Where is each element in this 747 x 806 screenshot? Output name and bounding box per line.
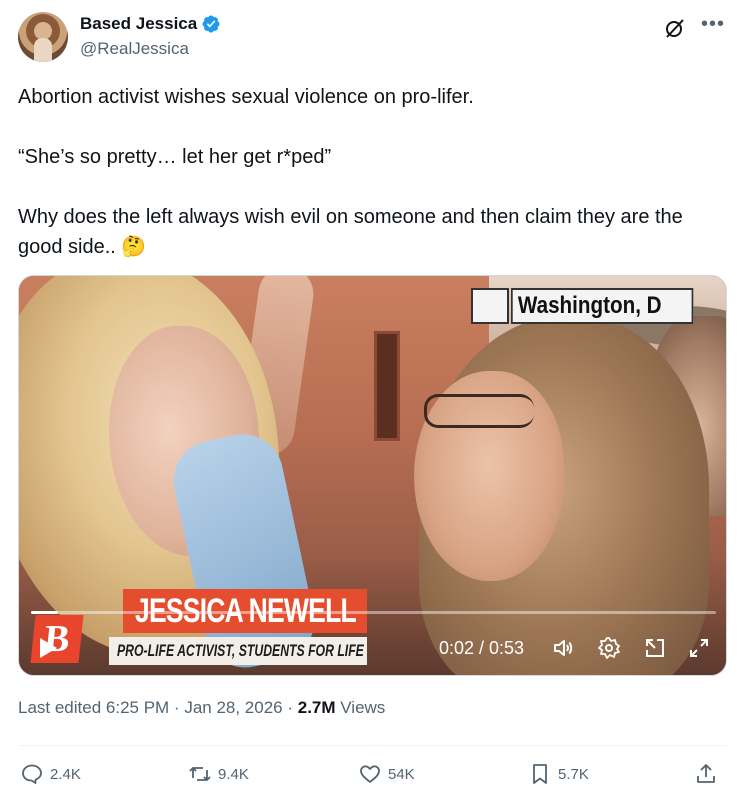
reply-icon xyxy=(22,764,42,784)
repost-button[interactable]: 9.4K xyxy=(188,762,249,786)
avatar[interactable] xyxy=(18,12,68,62)
time-display: 0:02 / 0:53 xyxy=(439,638,525,658)
reply-count: 2.4K xyxy=(50,765,81,783)
bookmark-button[interactable]: 5.7K xyxy=(528,762,589,786)
video-controls: 0:02 / 0:53 xyxy=(19,628,726,668)
tweet-paragraph: Why does the left always wish evil on so… xyxy=(18,206,683,258)
fullscreen-icon[interactable] xyxy=(687,636,711,660)
more-icon[interactable]: ••• xyxy=(701,14,725,40)
bookmark-icon xyxy=(533,764,547,784)
progress-bar[interactable] xyxy=(31,611,716,614)
name-row: Based Jessica xyxy=(80,14,221,34)
tweet-paragraph: “She’s so pretty… let her get r*ped” xyxy=(18,146,332,168)
divider xyxy=(18,745,727,746)
repost-icon xyxy=(189,767,211,781)
bookmark-count: 5.7K xyxy=(558,765,589,783)
tweet-meta: Last edited 6:25 PM · Jan 28, 2026 · 2.7… xyxy=(18,698,385,718)
repost-count: 9.4K xyxy=(218,765,249,783)
volume-icon[interactable] xyxy=(551,636,575,660)
reply-button[interactable]: 2.4K xyxy=(20,762,81,786)
popout-icon[interactable] xyxy=(643,636,667,660)
share-button[interactable] xyxy=(694,762,718,786)
video-player[interactable]: Washington, D B JESSICA NEWELL PRO-LIFE … xyxy=(18,275,727,676)
location-chyron: Washington, D xyxy=(471,288,723,324)
share-icon xyxy=(697,764,715,783)
views-count: 2.7M xyxy=(297,698,336,717)
play-icon[interactable] xyxy=(37,636,59,660)
action-bar: 2.4K 9.4K 54K 5.7K xyxy=(18,754,729,794)
tweet-paragraph: Abortion activist wishes sexual violence… xyxy=(18,86,474,108)
like-count: 54K xyxy=(388,765,415,783)
like-button[interactable]: 54K xyxy=(358,762,415,786)
tweet-text: Abortion activist wishes sexual violence… xyxy=(18,82,729,262)
progress-fill xyxy=(31,611,59,614)
location-label: Washington, D xyxy=(511,288,694,324)
display-name[interactable]: Based Jessica xyxy=(80,14,197,34)
settings-icon[interactable] xyxy=(597,636,621,660)
edited-timestamp[interactable]: Last edited 6:25 PM · Jan 28, 2026 · xyxy=(18,698,298,717)
tweet-header: Based Jessica @RealJessica ••• xyxy=(18,12,729,64)
grok-icon[interactable] xyxy=(663,16,687,40)
like-icon xyxy=(360,765,380,783)
verified-badge-icon xyxy=(202,15,220,33)
handle[interactable]: @RealJessica xyxy=(80,39,189,59)
views-label: Views xyxy=(335,698,386,717)
